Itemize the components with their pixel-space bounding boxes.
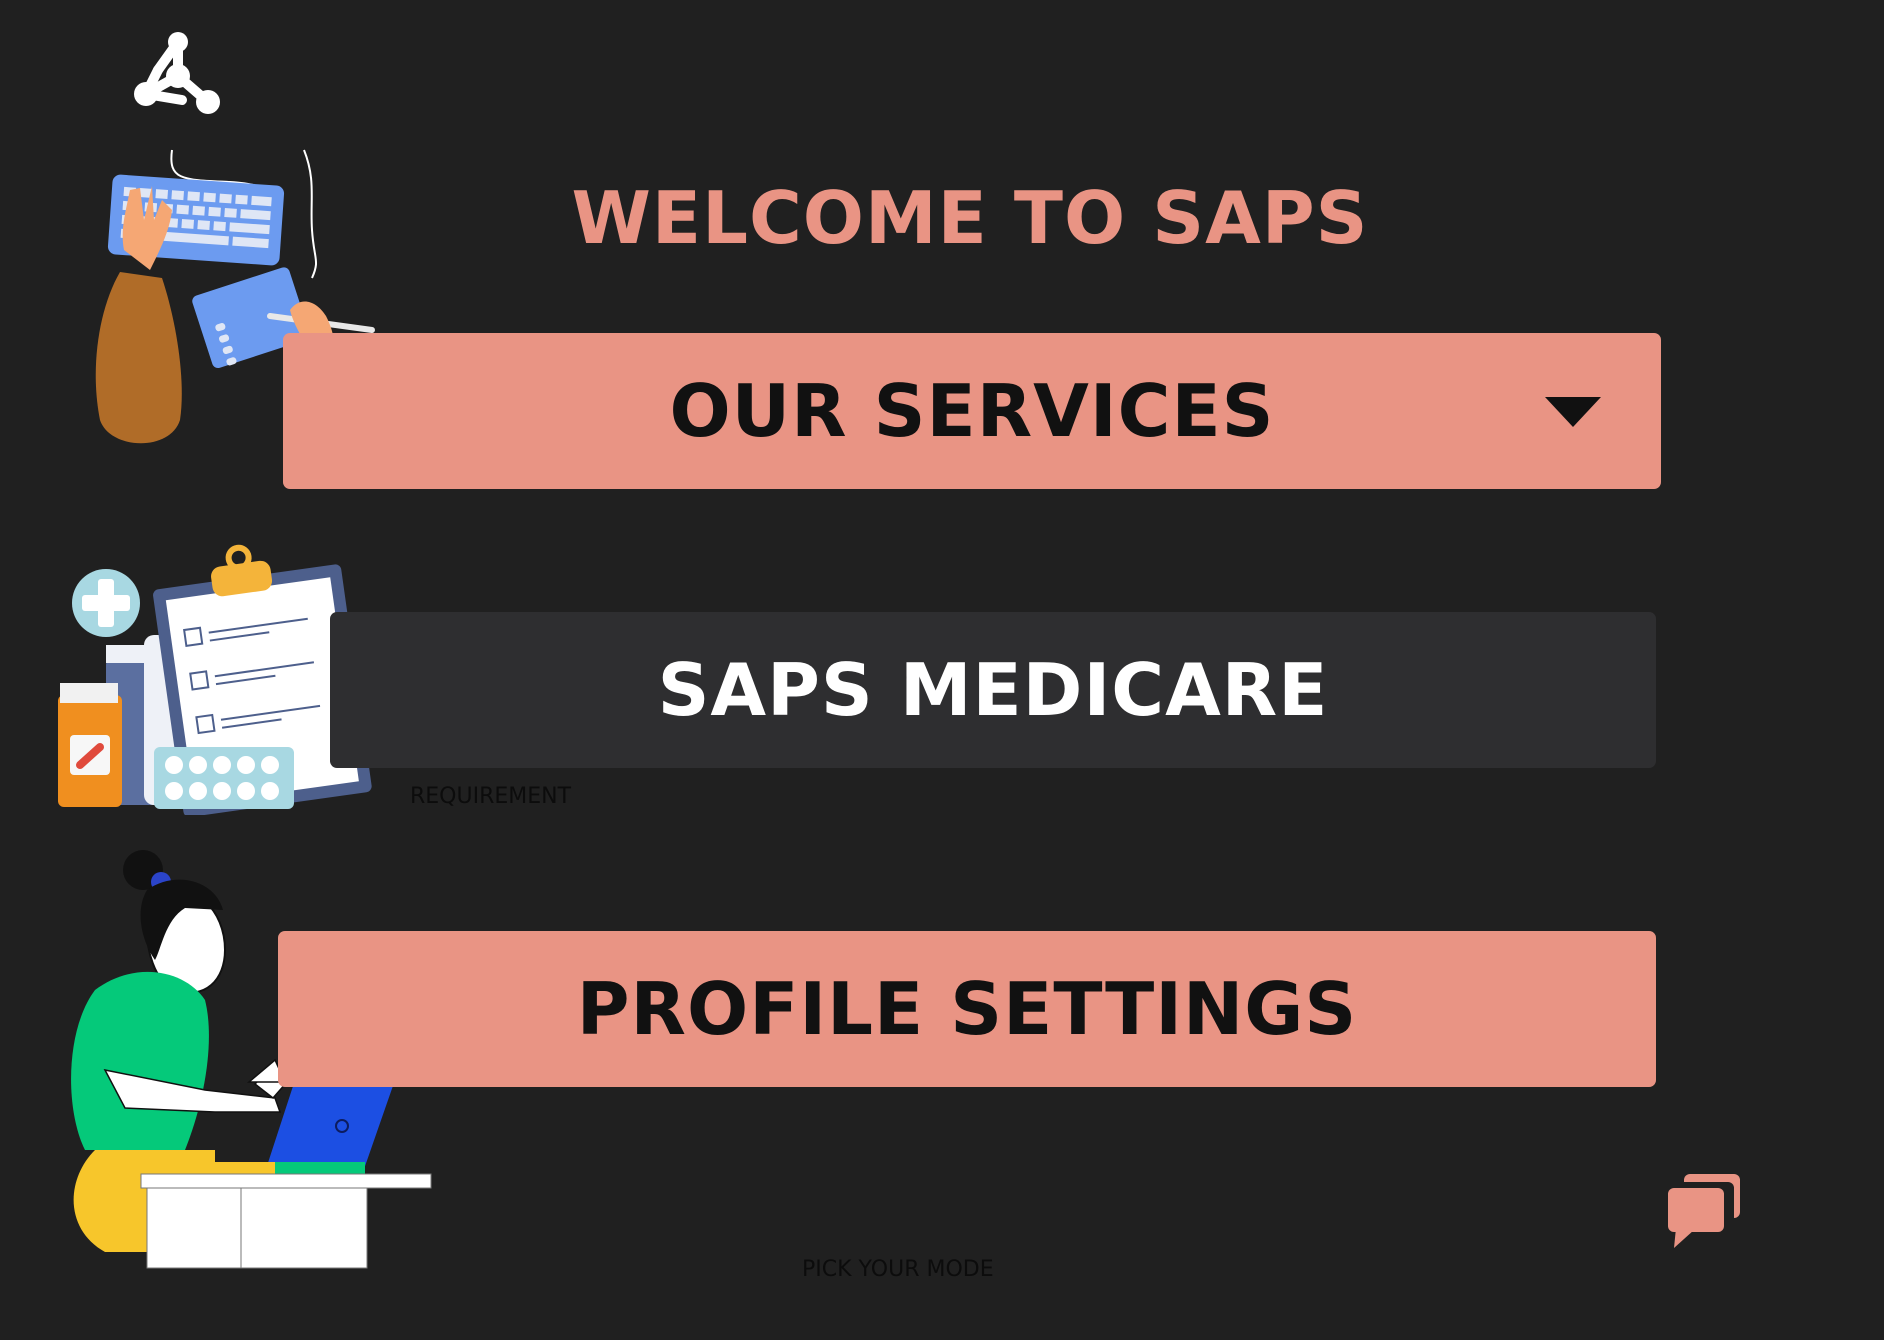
our-services-button[interactable]: OUR SERVICES [283, 333, 1661, 489]
saps-medicare-button[interactable]: SAPS MEDICARE [330, 612, 1656, 768]
our-services-label: OUR SERVICES [669, 369, 1275, 453]
saps-medicare-label: SAPS MEDICARE [657, 648, 1329, 732]
logo-network-icon [128, 30, 224, 120]
chat-bubbles-icon[interactable] [1664, 1170, 1744, 1250]
requirement-caption: REQUIREMENT [410, 784, 572, 809]
profile-settings-button[interactable]: PROFILE SETTINGS [278, 931, 1656, 1087]
triangle-down-icon[interactable] [1545, 397, 1601, 427]
pick-mode-caption: PICK YOUR MODE [802, 1257, 994, 1282]
profile-settings-label: PROFILE SETTINGS [576, 967, 1358, 1051]
